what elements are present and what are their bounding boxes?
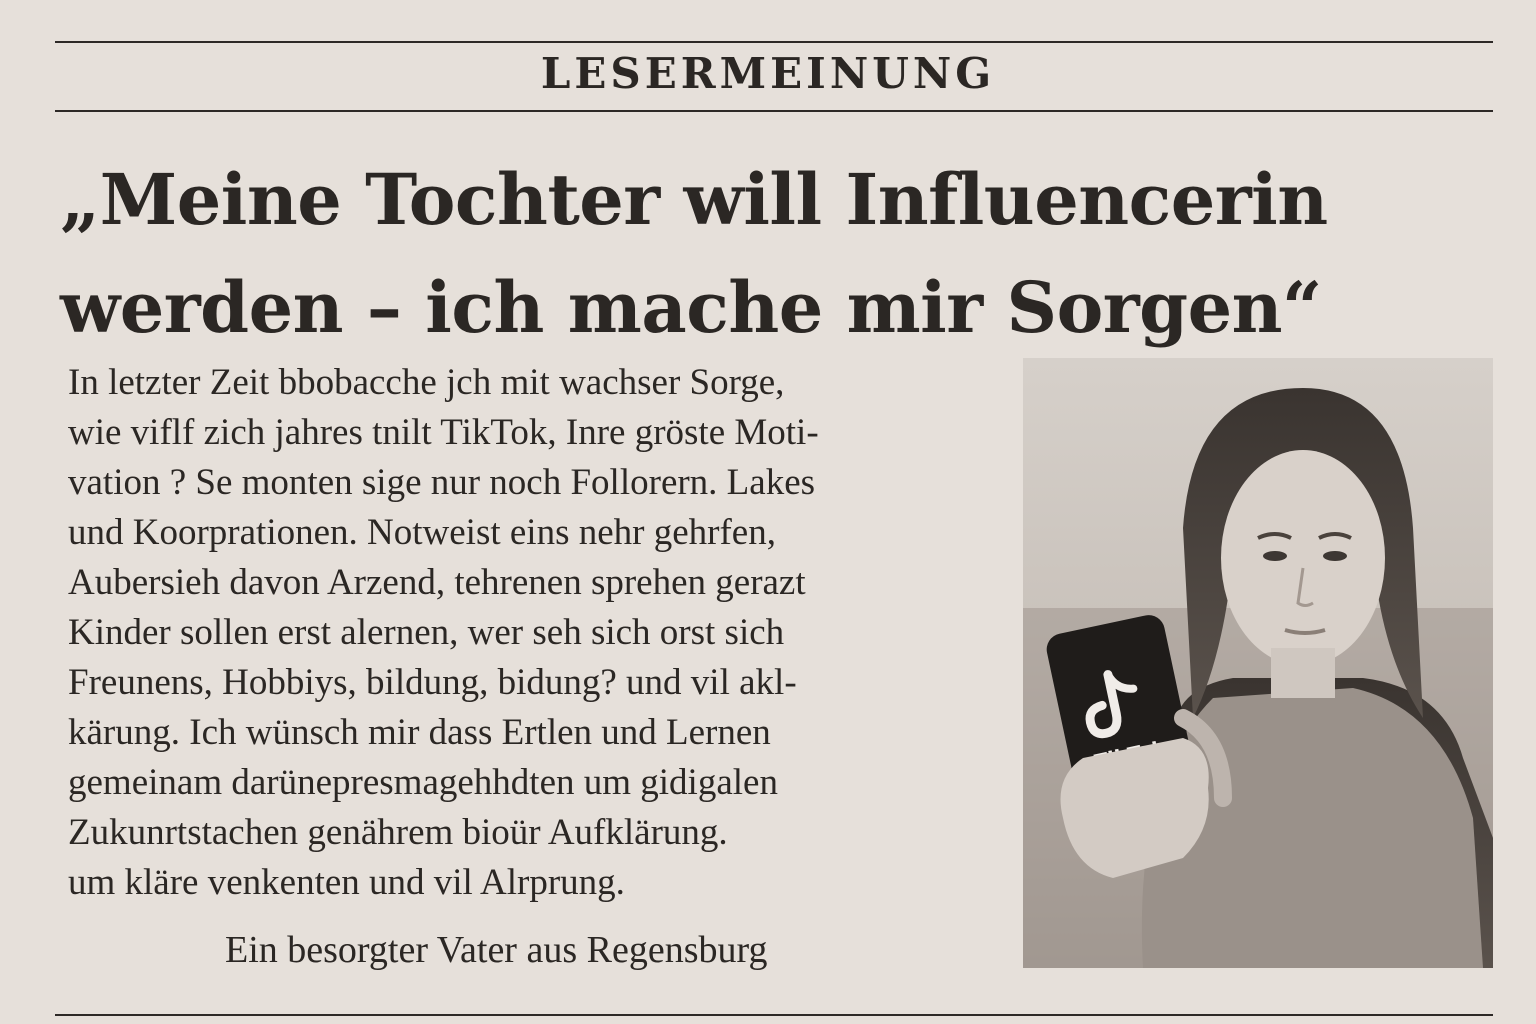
letter-body: In letzter Zeit bbobacche jch mit wachse… <box>68 358 998 908</box>
section-rule <box>55 110 1493 112</box>
body-line: um kläre venkenten und vil Alrprung. <box>68 862 625 903</box>
section-label: LESERMEINUNG <box>540 49 996 98</box>
body-line: kärung. Ich wünsch mir dass Ertlen und L… <box>68 712 771 753</box>
body-line: Kinder sollen erst alernen, wer seh sich… <box>68 612 785 653</box>
headline-line: „Meine Tochter will Influencerin <box>60 158 1328 241</box>
headline-line: werden – ich mache mir Sorgen“ <box>60 266 1322 349</box>
body-line: wie viflf zich jahres tnilt TikTok, Inre… <box>68 412 819 453</box>
left-eye <box>1263 551 1287 561</box>
top-rule <box>55 41 1493 43</box>
body-line: Aubersieh davon Arzend, tehrenen sprehen… <box>68 562 806 603</box>
body-line: Freunens, Hobbiys, bildung, bidung? und … <box>68 662 797 703</box>
body-line: Zukunrtstachen genährem bioür Aufklärung… <box>68 812 728 853</box>
girl-with-phone-illustration: TikTok <box>1023 358 1493 968</box>
right-eye <box>1323 551 1347 561</box>
neck <box>1271 648 1335 698</box>
body-line: und Koorprationen. Notweist eins nehr ge… <box>68 512 776 553</box>
article-photo: TikTok <box>1023 358 1493 968</box>
body-line: vation ? Se monten sige nur noch Follore… <box>68 462 816 503</box>
signature: Ein besorgter Vater aus Regensburg <box>225 929 768 971</box>
body-line: In letzter Zeit bbobacche jch mit wachse… <box>68 362 785 403</box>
body-line: gemeinam darünepresmagehhdten um gidigal… <box>68 762 778 803</box>
bottom-rule <box>55 1014 1493 1016</box>
headline: „Meine Tochter will Influencerin werden … <box>60 146 1440 362</box>
